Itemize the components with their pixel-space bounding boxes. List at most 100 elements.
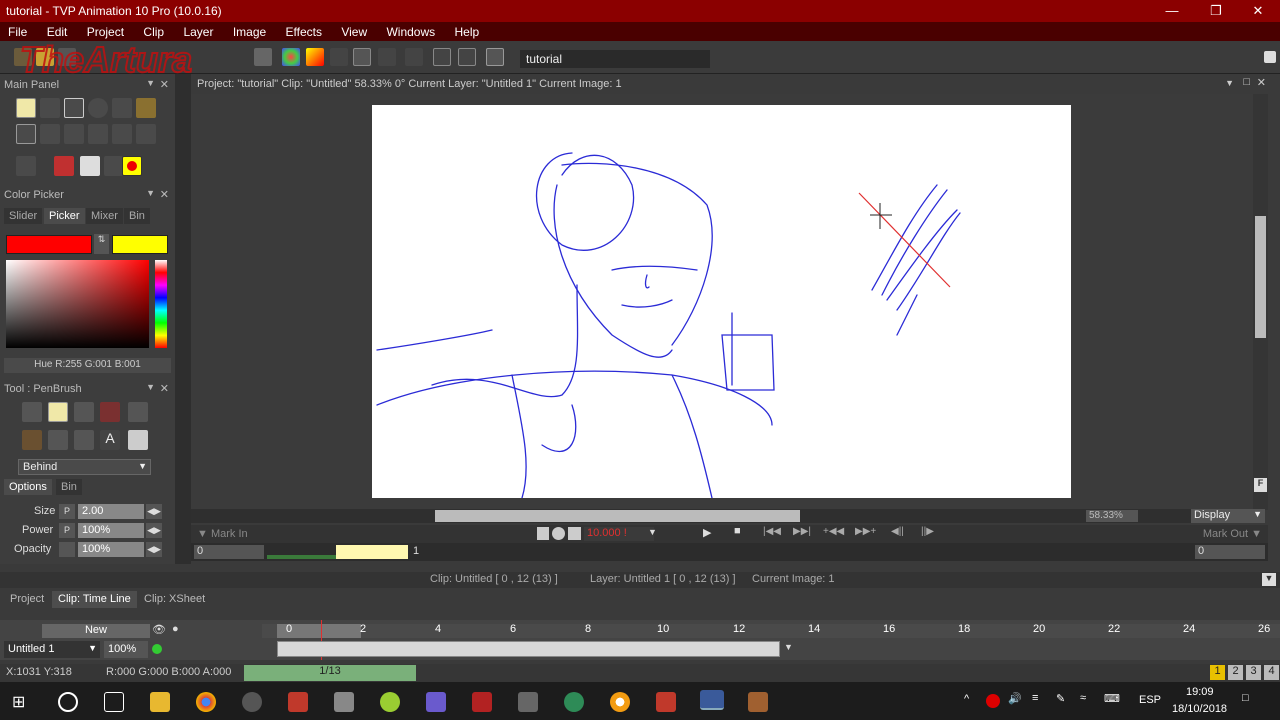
last-frame-icon[interactable]: ▶▶|	[793, 526, 811, 537]
layer-opacity[interactable]: 100%	[104, 641, 148, 658]
chevron-down-icon[interactable]: ▼	[648, 527, 657, 537]
chevron-down-icon[interactable]: ▼	[146, 382, 155, 392]
close-icon[interactable]: ✕	[160, 78, 169, 91]
rect-tool-icon[interactable]	[64, 98, 84, 118]
line-tool-icon[interactable]	[40, 98, 60, 118]
maximize-icon[interactable]: □	[1243, 76, 1250, 88]
loop-icon[interactable]	[552, 527, 565, 540]
add-next-icon[interactable]: ▶▶+	[855, 526, 876, 537]
grid-icon[interactable]	[433, 48, 451, 66]
close-icon[interactable]: ✕	[160, 188, 169, 201]
tab-project[interactable]: Project	[4, 591, 50, 608]
crop-tool-icon[interactable]	[40, 124, 60, 144]
chevron-down-icon[interactable]: ▼	[1225, 78, 1234, 88]
first-frame-icon[interactable]: |◀◀	[763, 526, 781, 537]
swap-colors-button[interactable]: ⇅	[94, 234, 109, 254]
chevron-down-icon[interactable]: ▼	[146, 188, 155, 198]
lasso-tool-icon[interactable]	[16, 98, 36, 118]
grid2-icon[interactable]	[458, 48, 476, 66]
download-icon[interactable]	[288, 692, 308, 712]
display-select[interactable]: Display ▼	[1191, 509, 1265, 523]
pen-app-icon[interactable]	[334, 692, 354, 712]
gradient-icon[interactable]	[306, 48, 324, 66]
add-prev-icon[interactable]: +◀◀	[823, 526, 844, 537]
pencil-icon[interactable]	[48, 430, 68, 450]
person-tool-icon[interactable]	[16, 156, 36, 176]
toolbar-dropdown-icon[interactable]	[1264, 51, 1276, 63]
paint-brush-icon[interactable]	[22, 430, 42, 450]
light-icon[interactable]	[330, 48, 348, 66]
tab-mixer[interactable]: Mixer	[86, 208, 123, 224]
size-arrows-icon[interactable]: ◀▶	[146, 504, 162, 519]
chevron-down-icon[interactable]: ▼	[784, 642, 793, 652]
opacity-field[interactable]: 100%	[78, 542, 144, 557]
tab-picker[interactable]: Picker	[44, 208, 85, 224]
vertical-scrollbar[interactable]: F	[1253, 94, 1268, 510]
menu-view[interactable]: View	[333, 22, 375, 39]
pen-tool-icon[interactable]	[104, 156, 124, 176]
panel-splitter[interactable]	[175, 74, 191, 564]
eye-icon[interactable]: 👁	[152, 623, 166, 636]
mark-in-button[interactable]: ▼ Mark In	[197, 528, 248, 540]
layer-name-select[interactable]: Untitled 1 ▼	[4, 641, 100, 658]
stamp-tool-icon[interactable]	[136, 124, 156, 144]
stop-icon[interactable]: ■	[734, 525, 741, 537]
size-pressure-toggle[interactable]: P	[59, 504, 75, 519]
opacity-pressure-toggle[interactable]	[59, 542, 75, 557]
menu-help[interactable]: Help	[447, 22, 488, 39]
blend-mode-select[interactable]: Behind ▼	[18, 459, 151, 475]
next-key-icon[interactable]: ||▶	[921, 526, 934, 537]
monitor-icon[interactable]	[486, 48, 504, 66]
shield-icon[interactable]	[472, 692, 492, 712]
tray-icon[interactable]	[986, 694, 1000, 708]
maximize-button[interactable]: ❐	[1194, 0, 1238, 22]
menu-effects[interactable]: Effects	[278, 22, 330, 39]
penbrush-icon[interactable]	[48, 402, 68, 422]
airbrush-icon[interactable]	[74, 402, 94, 422]
marker-icon[interactable]	[100, 402, 120, 422]
hue-slider[interactable]	[155, 260, 167, 348]
tab-options[interactable]: Options	[4, 479, 52, 495]
flash-icon[interactable]	[656, 692, 676, 712]
doc-tool-icon[interactable]	[128, 430, 148, 450]
transform-tool-icon[interactable]	[88, 124, 108, 144]
text-tool-icon[interactable]: A	[100, 430, 120, 450]
status-dropdown-icon[interactable]: ▼	[1262, 573, 1276, 586]
network-icon[interactable]: ≡	[1032, 692, 1038, 704]
paper-tool-icon[interactable]	[80, 156, 100, 176]
fill-tool-icon[interactable]	[136, 98, 156, 118]
tennis-icon[interactable]	[380, 692, 400, 712]
volume-icon[interactable]: 🔊	[1008, 692, 1022, 705]
knife-icon[interactable]	[128, 402, 148, 422]
store-icon[interactable]	[426, 692, 446, 712]
tab-bin[interactable]: Bin	[56, 479, 82, 495]
frame-current-block[interactable]	[336, 545, 408, 559]
primary-color-swatch[interactable]	[6, 235, 92, 254]
color-dot-icon[interactable]	[122, 156, 142, 176]
tvp-icon[interactable]	[700, 690, 724, 710]
power-arrows-icon[interactable]: ◀▶	[146, 523, 162, 538]
pen2-icon[interactable]	[518, 692, 538, 712]
close-icon[interactable]: ✕	[160, 382, 169, 395]
page-2-button[interactable]: 2	[1228, 665, 1243, 680]
tool-app-icon[interactable]	[748, 692, 768, 712]
start-icon[interactable]: ⊞	[12, 692, 32, 712]
mark-out-button[interactable]: Mark Out ▼	[1203, 528, 1262, 540]
fps-field[interactable]: 10.000 !	[584, 527, 654, 541]
settings-icon[interactable]	[564, 692, 584, 712]
frame-start-field[interactable]: 0	[194, 545, 264, 559]
cortana-icon[interactable]	[58, 692, 78, 712]
project-name-field[interactable]: tutorial	[520, 50, 710, 68]
pastel-icon[interactable]	[74, 430, 94, 450]
tab-xsheet[interactable]: Clip: XSheet	[138, 591, 211, 608]
layer-track[interactable]	[277, 641, 780, 657]
drawing-canvas[interactable]	[372, 105, 1071, 499]
mask-icon[interactable]	[405, 48, 423, 66]
opacity-arrows-icon[interactable]: ◀▶	[146, 542, 162, 557]
page-1-button[interactable]: 1	[1210, 665, 1225, 680]
horizontal-scrollbar[interactable]: 58.33% Display ▼	[191, 509, 1265, 523]
tab-timeline[interactable]: Clip: Time Line	[52, 591, 137, 608]
secondary-color-swatch[interactable]	[112, 235, 168, 254]
pen-tray-icon[interactable]: ✎	[1056, 692, 1065, 705]
chevron-up-icon[interactable]: ^	[964, 693, 969, 705]
